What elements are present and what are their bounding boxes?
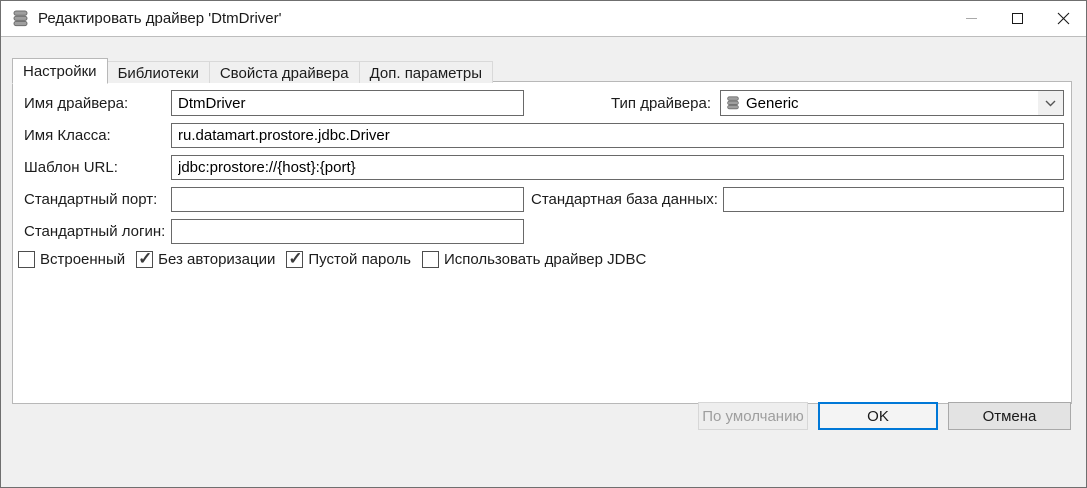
checkbox-empty-password[interactable]: Пустой пароль bbox=[286, 249, 411, 269]
cancel-button-label: Отмена bbox=[982, 407, 1037, 425]
checkbox-use-jdbc-driver[interactable]: Использовать драйвер JDBC bbox=[421, 251, 647, 268]
checkbox-no-authorization-box[interactable] bbox=[136, 249, 154, 269]
checkbox-empty-password-box[interactable] bbox=[286, 249, 304, 269]
checkbox-use-jdbc-driver-box[interactable] bbox=[421, 251, 439, 268]
checkbox-row: Встроенный Без авторизации Пустой пароль… bbox=[18, 249, 1064, 269]
checkbox-embedded-label: Встроенный bbox=[40, 251, 126, 268]
tab-driver-properties[interactable]: Свойста драйвера bbox=[208, 61, 360, 83]
checkbox-empty-password-label: Пустой пароль bbox=[308, 251, 411, 268]
form-row-default-login: Стандартный логин: bbox=[24, 219, 1064, 244]
default-login-label: Стандартный логин: bbox=[24, 223, 166, 240]
tab-libraries[interactable]: Библиотеки bbox=[106, 61, 210, 83]
driver-type-select[interactable]: Generic bbox=[720, 90, 1064, 116]
form-row-driver-name: Имя драйвера: Тип драйвера: Generic bbox=[24, 90, 1064, 116]
maximize-icon bbox=[1011, 13, 1023, 24]
tab-strip: Настройки Библиотеки Свойста драйвера До… bbox=[12, 58, 493, 84]
form-row-default-port: Стандартный порт: Стандартная база данны… bbox=[24, 187, 1064, 212]
tab-additional-parameters[interactable]: Доп. параметры bbox=[358, 61, 493, 83]
tab-settings-label: Настройки bbox=[23, 63, 97, 80]
url-template-input[interactable] bbox=[171, 155, 1064, 180]
defaults-button: По умолчанию bbox=[698, 402, 808, 430]
chevron-down-icon bbox=[1045, 100, 1056, 106]
form-row-class-name: Имя Класса: bbox=[24, 123, 1064, 148]
dialog-title: Редактировать драйвер 'DtmDriver' bbox=[38, 10, 282, 27]
tab-driver-properties-label: Свойста драйвера bbox=[219, 64, 349, 82]
close-button[interactable] bbox=[1040, 1, 1086, 36]
tab-settings[interactable]: Настройки bbox=[12, 58, 108, 84]
checkbox-use-jdbc-driver-label: Использовать драйвер JDBC bbox=[443, 251, 647, 268]
class-name-label: Имя Класса: bbox=[24, 127, 111, 144]
default-login-input[interactable] bbox=[171, 219, 524, 244]
edit-driver-dialog: Редактировать драйвер 'DtmDriver' Настро… bbox=[0, 0, 1087, 488]
titlebar: Редактировать драйвер 'DtmDriver' bbox=[1, 1, 1086, 37]
driver-name-label: Имя драйвера: bbox=[24, 94, 129, 112]
default-database-label: Стандартная база данных: bbox=[531, 191, 718, 208]
form-row-url-template: Шаблон URL: bbox=[24, 155, 1064, 180]
settings-panel: Имя драйвера: Тип драйвера: Generic bbox=[12, 81, 1072, 404]
driver-type-dropdown-button[interactable] bbox=[1038, 91, 1063, 115]
minimize-icon bbox=[965, 18, 977, 19]
ok-button-label: OK bbox=[867, 407, 889, 425]
database-icon bbox=[727, 96, 739, 110]
ok-button[interactable]: OK bbox=[818, 402, 938, 430]
defaults-button-label: По умолчанию bbox=[702, 407, 804, 425]
close-icon bbox=[1057, 12, 1069, 25]
tab-libraries-label: Библиотеки bbox=[117, 64, 199, 82]
class-name-input[interactable] bbox=[171, 123, 1064, 148]
window-controls bbox=[948, 1, 1086, 36]
checkbox-embedded-box[interactable] bbox=[18, 251, 35, 268]
default-port-label: Стандартный порт: bbox=[24, 191, 158, 208]
driver-name-input[interactable] bbox=[171, 90, 524, 116]
minimize-button[interactable] bbox=[948, 1, 994, 36]
driver-type-label: Тип драйвера: bbox=[611, 94, 711, 112]
checkbox-no-authorization[interactable]: Без авторизации bbox=[136, 249, 276, 269]
checkbox-no-authorization-label: Без авторизации bbox=[158, 251, 276, 268]
url-template-label: Шаблон URL: bbox=[24, 159, 118, 176]
default-database-input[interactable] bbox=[722, 187, 1064, 212]
maximize-button[interactable] bbox=[994, 1, 1040, 36]
driver-type-value: Generic bbox=[746, 94, 799, 112]
tab-additional-parameters-label: Доп. параметры bbox=[369, 64, 482, 82]
cancel-button[interactable]: Отмена bbox=[948, 402, 1071, 430]
checkbox-embedded[interactable]: Встроенный bbox=[18, 251, 125, 268]
database-icon bbox=[13, 10, 28, 27]
default-port-input[interactable] bbox=[171, 187, 524, 212]
button-bar: По умолчанию OK Отмена bbox=[698, 402, 1071, 430]
